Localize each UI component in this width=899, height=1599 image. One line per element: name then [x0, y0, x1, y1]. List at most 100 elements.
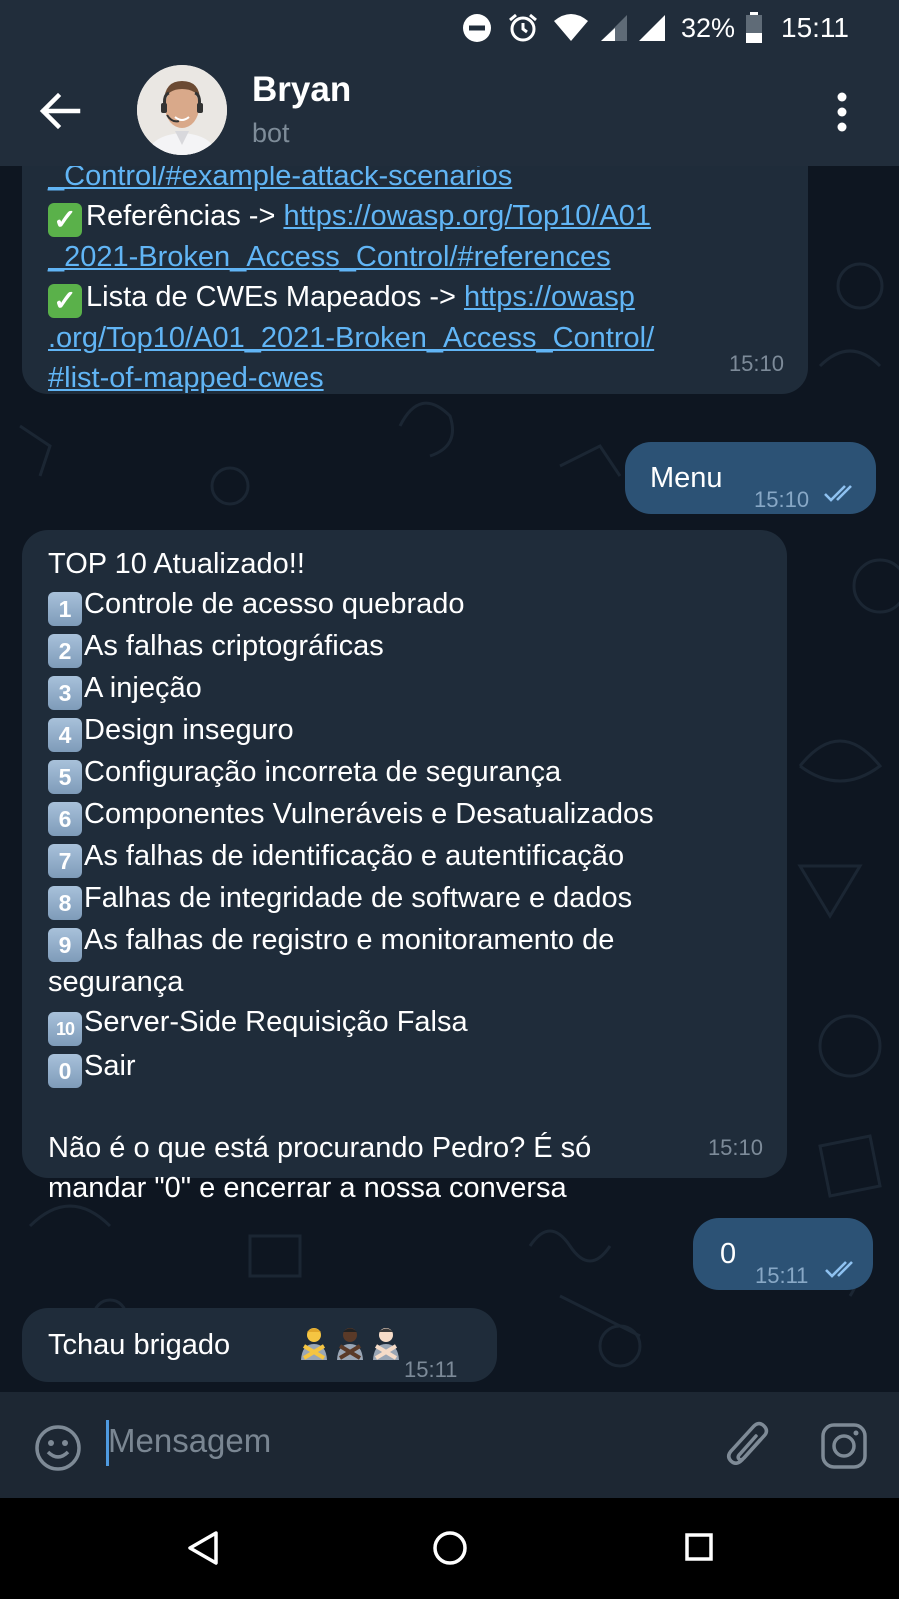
message-time: 15:10: [754, 487, 810, 512]
list-item-continuation: segurança: [48, 966, 184, 998]
link-example-attack-scenarios[interactable]: _Control/#example-attack-scenarios: [48, 166, 512, 192]
back-arrow-icon[interactable]: [38, 92, 82, 130]
list-item-text: As falhas criptográficas: [84, 630, 384, 662]
double-check-icon: [824, 485, 852, 502]
link-references-part1[interactable]: https://owasp.org/Top10/A01: [283, 200, 651, 232]
list-item: 10 Server-Side Requisição Falsa: [48, 1002, 769, 1046]
message-link[interactable]: #list-of-mapped-cwes: [48, 358, 786, 398]
list-item: 1 Controle de acesso quebrado: [48, 584, 769, 626]
link-cwes-part2[interactable]: .org/Top10/A01_2021-Broken_Access_Contro…: [48, 322, 654, 354]
message-line: ✓ Lista de CWEs Mapeados -> https://owasp: [48, 277, 786, 318]
avatar[interactable]: [137, 65, 227, 155]
nav-home-icon[interactable]: [432, 1530, 468, 1566]
message-text: 0: [720, 1238, 737, 1270]
list-item-text: As falhas de identificação e autentifica…: [84, 840, 625, 872]
keycap-3-icon: 3: [48, 676, 82, 710]
check-mark-icon: ✓: [48, 284, 82, 318]
system-navigation-bar: [0, 1498, 899, 1599]
message-time: 15:10: [707, 1135, 763, 1160]
incoming-message-top10[interactable]: TOP 10 Atualizado!! 1 Controle de acesso …: [22, 530, 787, 1204]
status-bar: 32% 15:11: [0, 0, 899, 56]
message-footer-line: Não é o que está procurando Pedro? É só: [48, 1132, 592, 1164]
battery-percent: 32%: [680, 12, 735, 43]
do-not-disturb-icon: [462, 14, 491, 42]
message-link[interactable]: _Control/#example-attack-scenarios: [48, 166, 786, 196]
list-item: 3A injeção: [48, 668, 769, 710]
chat-area[interactable]: _Control/#example-attack-scenarios ✓ Refe…: [0, 166, 899, 1392]
line-label-referencias: Referências ->: [86, 200, 284, 232]
keycap-9-icon: 9: [48, 928, 82, 962]
message-time: 15:11: [404, 1357, 458, 1382]
alarm-icon: [508, 13, 537, 42]
list-item-text: Configuração incorreta de segurança: [84, 756, 562, 788]
list-item: 2 As falhas criptográficas: [48, 626, 769, 668]
wifi-icon: [553, 14, 588, 41]
link-references-part2[interactable]: _2021-Broken_Access_Control/#references: [48, 241, 611, 273]
keycap-6-icon: 6: [48, 802, 82, 836]
person-gesturing-no-emoji-icon: [373, 1328, 399, 1360]
instagram-camera-icon[interactable]: [820, 1422, 868, 1470]
list-item-text: Server-Side Requisição Falsa: [84, 1006, 468, 1038]
list-item: 4 Design inseguro: [48, 710, 769, 752]
list-item-text: As falhas de registro e monitoramento de: [84, 924, 615, 956]
keycap-10-icon: 10: [48, 1012, 82, 1046]
list-item: 9 As falhas de registro e monitoramento d…: [48, 920, 769, 962]
avatar-image: [137, 65, 227, 155]
attach-paperclip-icon[interactable]: [724, 1420, 772, 1472]
list-item: 6 Componentes Vulneráveis e Desatualizado…: [48, 794, 769, 836]
message-time: 15:10: [728, 351, 784, 376]
message-input-bar: Mensagem: [0, 1392, 899, 1498]
emoji-group: [298, 1326, 402, 1360]
outgoing-message-menu[interactable]: Menu 15:10: [625, 442, 876, 514]
keycap-5-icon: 5: [48, 760, 82, 794]
chat-title[interactable]: Bryan: [252, 70, 351, 110]
chat-subtitle: bot: [252, 118, 290, 148]
link-cwes-part3[interactable]: #list-of-mapped-cwes: [48, 362, 324, 394]
outgoing-message-zero[interactable]: 0 15:11: [693, 1218, 873, 1290]
signal-icon-1: [600, 15, 627, 41]
check-mark-icon: ✓: [48, 203, 82, 237]
message-text: Menu: [650, 462, 723, 494]
message-title: TOP 10 Atualizado!!: [48, 548, 305, 580]
message-time: 15:11: [755, 1263, 809, 1288]
nav-recents-icon[interactable]: [684, 1532, 714, 1562]
incoming-message-links[interactable]: _Control/#example-attack-scenarios ✓ Refe…: [22, 166, 808, 394]
keycap-8-icon: 8: [48, 886, 82, 920]
more-options-icon[interactable]: [836, 92, 848, 132]
message-footer-line: mandar "0" e encerrar a nossa conversa: [48, 1172, 567, 1204]
nav-back-icon[interactable]: [186, 1530, 220, 1566]
keycap-7-icon: 7: [48, 844, 82, 878]
double-check-icon: [825, 1261, 853, 1278]
status-icons: 32% 15:11: [461, 0, 899, 56]
keycap-0-icon: 0: [48, 1054, 82, 1088]
list-item: 5 Configuração incorreta de segurança: [48, 752, 769, 794]
list-item-text: Falhas de integridade de software e dado…: [84, 882, 633, 914]
keycap-2-icon: 2: [48, 634, 82, 668]
list-item-text: Design inseguro: [84, 714, 294, 746]
chat-header: Bryan bot: [0, 56, 899, 166]
list-item-text: Sair: [84, 1050, 136, 1082]
message-text: Tchau brigado: [48, 1329, 231, 1361]
list-item-text: A injeção: [84, 672, 202, 704]
list-item: 8 Falhas de integridade de software e dad…: [48, 878, 769, 920]
message-input[interactable]: Mensagem: [108, 1422, 271, 1460]
list-item-text: Controle de acesso quebrado: [84, 588, 465, 620]
list-item-text: Componentes Vulneráveis e Desatualizados: [84, 798, 654, 830]
signal-icon-2: [638, 15, 665, 41]
message-link[interactable]: .org/Top10/A01_2021-Broken_Access_Contro…: [48, 318, 786, 358]
person-gesturing-no-emoji-icon: [301, 1328, 327, 1360]
clock: 15:11: [781, 12, 849, 43]
keycap-4-icon: 4: [48, 718, 82, 752]
person-gesturing-no-emoji-icon: [337, 1328, 363, 1360]
list-item: 0 Sair: [48, 1046, 769, 1088]
battery-icon: [746, 12, 762, 43]
link-cwes-part1[interactable]: https://owasp: [464, 281, 635, 313]
message-link[interactable]: _2021-Broken_Access_Control/#references: [48, 237, 786, 277]
message-line: ✓ Referências -> https://owasp.org/Top10/…: [48, 196, 786, 237]
list-item: 7 As falhas de identificação e autentific…: [48, 836, 769, 878]
emoji-smile-icon[interactable]: [34, 1424, 82, 1472]
incoming-message-goodbye[interactable]: Tchau brigado 15:11: [22, 1308, 497, 1382]
line-label-cwes: Lista de CWEs Mapeados ->: [86, 281, 464, 313]
keycap-1-icon: 1: [48, 592, 82, 626]
